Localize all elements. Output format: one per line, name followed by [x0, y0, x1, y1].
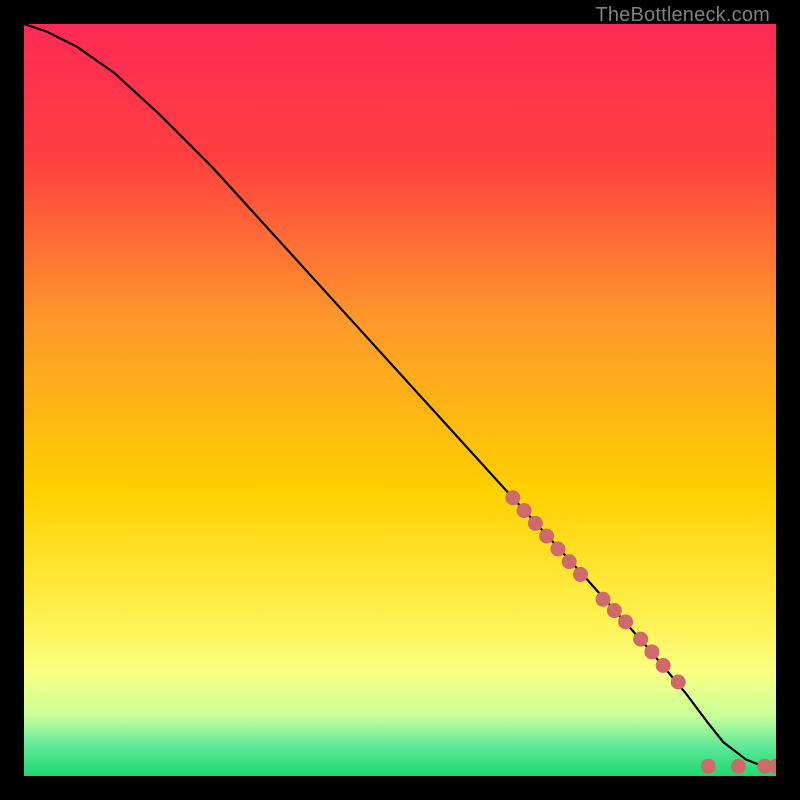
data-point: [517, 503, 532, 518]
attribution-text: TheBottleneck.com: [595, 4, 770, 27]
data-point: [596, 592, 611, 607]
data-point: [618, 614, 633, 629]
data-point: [644, 644, 659, 659]
data-point: [671, 675, 686, 690]
data-point: [539, 529, 554, 544]
data-point: [573, 567, 588, 582]
data-point: [731, 759, 746, 774]
chart-plot: [24, 24, 776, 776]
chart-frame: [24, 24, 776, 776]
data-point: [505, 490, 520, 505]
data-point: [562, 554, 577, 569]
data-point: [607, 603, 622, 618]
data-point: [633, 632, 648, 647]
data-point: [528, 516, 543, 531]
data-point: [701, 759, 716, 774]
data-point: [656, 658, 671, 673]
data-point: [550, 541, 565, 556]
